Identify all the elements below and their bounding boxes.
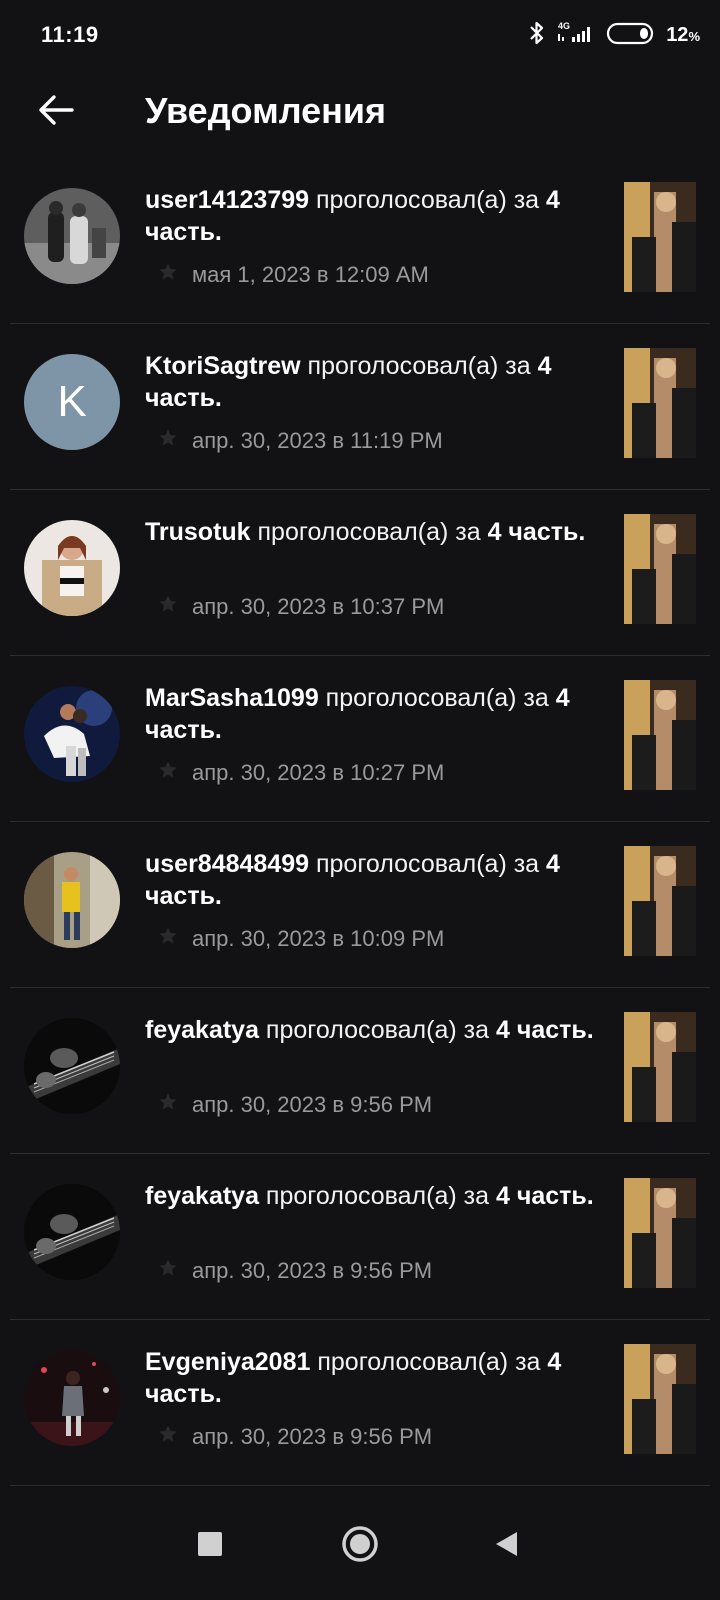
notification-action: проголосовал(а) за bbox=[318, 684, 556, 712]
circle-icon bbox=[341, 1525, 379, 1568]
story-thumbnail[interactable] bbox=[624, 1012, 696, 1122]
avatar[interactable] bbox=[24, 1184, 120, 1280]
star-icon bbox=[158, 594, 178, 620]
story-thumbnail[interactable] bbox=[624, 182, 696, 292]
notification-part-link[interactable]: 4 часть. bbox=[496, 1182, 594, 1210]
avatar-letter: K bbox=[24, 354, 120, 450]
avatar[interactable] bbox=[24, 1350, 120, 1446]
notification-part-link[interactable]: 4 часть. bbox=[496, 1016, 594, 1044]
avatar[interactable] bbox=[24, 188, 120, 284]
notification-meta: апр. 30, 2023 в 10:27 PM bbox=[158, 760, 444, 786]
star-icon bbox=[158, 428, 178, 454]
triangle-back-icon bbox=[493, 1530, 519, 1563]
notification-action: проголосовал(а) за bbox=[309, 186, 547, 214]
back-nav-button[interactable] bbox=[482, 1522, 530, 1570]
notification-text: Trusotuk проголосовал(а) за 4 часть. bbox=[145, 516, 597, 548]
status-bar: 11:19 4G 12% bbox=[0, 0, 720, 70]
story-thumbnail[interactable] bbox=[624, 1344, 696, 1454]
notification-action: проголосовал(а) за bbox=[309, 850, 547, 878]
home-button[interactable] bbox=[336, 1522, 384, 1570]
notification-action: проголосовал(а) за bbox=[310, 1348, 548, 1376]
notification-meta: мая 1, 2023 в 12:09 AM bbox=[158, 262, 429, 288]
star-icon bbox=[158, 1258, 178, 1284]
notification-text: Evgeniya2081 проголосовал(а) за 4 часть. bbox=[145, 1346, 597, 1410]
notification-text: feyakatya проголосовал(а) за 4 часть. bbox=[145, 1014, 597, 1046]
notification-username[interactable]: user14123799 bbox=[145, 186, 309, 214]
notification-username[interactable]: user84848499 bbox=[145, 850, 309, 878]
notification-text: MarSasha1099 проголосовал(а) за 4 часть. bbox=[145, 682, 597, 746]
square-icon bbox=[197, 1531, 223, 1562]
notification-time: апр. 30, 2023 в 9:56 PM bbox=[192, 1424, 433, 1449]
star-icon bbox=[158, 1424, 178, 1450]
notification-item[interactable]: feyakatya проголосовал(а) за 4 часть. ап… bbox=[0, 1154, 720, 1320]
notification-meta: апр. 30, 2023 в 10:37 PM bbox=[158, 594, 444, 620]
divider bbox=[10, 1485, 710, 1486]
page-title: Уведомления bbox=[145, 90, 386, 131]
notification-action: проголосовал(а) за bbox=[250, 518, 488, 546]
story-thumbnail[interactable] bbox=[624, 1178, 696, 1288]
bluetooth-icon bbox=[528, 20, 546, 51]
avatar[interactable]: K bbox=[24, 354, 120, 450]
notification-time: апр. 30, 2023 в 10:37 PM bbox=[192, 594, 445, 619]
notification-list: user14123799 проголосовал(а) за 4 часть.… bbox=[0, 158, 720, 1486]
notification-time: апр. 30, 2023 в 9:56 PM bbox=[192, 1092, 433, 1117]
story-thumbnail[interactable] bbox=[624, 514, 696, 624]
recents-button[interactable] bbox=[186, 1522, 234, 1570]
notification-text: KtoriSagtrew проголосовал(а) за 4 часть. bbox=[145, 350, 597, 414]
notification-username[interactable]: feyakatya bbox=[145, 1182, 259, 1210]
status-time: 11:19 bbox=[41, 22, 99, 47]
star-icon bbox=[158, 1092, 178, 1118]
notification-item[interactable]: Evgeniya2081 проголосовал(а) за 4 часть.… bbox=[0, 1320, 720, 1486]
battery-icon bbox=[606, 20, 656, 51]
status-icons: 4G 12% bbox=[528, 20, 700, 50]
notification-item[interactable]: Trusotuk проголосовал(а) за 4 часть. апр… bbox=[0, 490, 720, 656]
notification-action: проголосовал(а) за bbox=[258, 1016, 496, 1044]
avatar[interactable] bbox=[24, 686, 120, 782]
notification-text: user14123799 проголосовал(а) за 4 часть. bbox=[145, 184, 597, 248]
notification-time: апр. 30, 2023 в 11:19 PM bbox=[192, 428, 443, 453]
notification-part-link[interactable]: 4 часть. bbox=[488, 518, 586, 546]
app-header: Уведомления bbox=[0, 70, 720, 154]
notification-item[interactable]: MarSasha1099 проголосовал(а) за 4 часть.… bbox=[0, 656, 720, 822]
star-icon bbox=[158, 262, 178, 288]
notification-item[interactable]: K KtoriSagtrew проголосовал(а) за 4 част… bbox=[0, 324, 720, 490]
notification-username[interactable]: MarSasha1099 bbox=[145, 684, 319, 712]
notification-text: user84848499 проголосовал(а) за 4 часть. bbox=[145, 848, 597, 912]
notification-username[interactable]: Trusotuk bbox=[145, 518, 251, 546]
system-nav-bar bbox=[0, 1492, 720, 1600]
notification-text: feyakatya проголосовал(а) за 4 часть. bbox=[145, 1180, 597, 1212]
avatar[interactable] bbox=[24, 1018, 120, 1114]
story-thumbnail[interactable] bbox=[624, 680, 696, 790]
notification-meta: апр. 30, 2023 в 9:56 PM bbox=[158, 1092, 432, 1118]
notification-item[interactable]: feyakatya проголосовал(а) за 4 часть. ап… bbox=[0, 988, 720, 1154]
notification-time: апр. 30, 2023 в 10:09 PM bbox=[192, 926, 445, 951]
battery-percent: 12% bbox=[666, 23, 700, 46]
notification-meta: апр. 30, 2023 в 9:56 PM bbox=[158, 1424, 432, 1450]
notification-time: мая 1, 2023 в 12:09 AM bbox=[192, 262, 429, 287]
notification-username[interactable]: feyakatya bbox=[145, 1016, 259, 1044]
avatar[interactable] bbox=[24, 520, 120, 616]
notification-time: апр. 30, 2023 в 10:27 PM bbox=[192, 760, 445, 785]
notification-action: проголосовал(а) за bbox=[258, 1182, 496, 1210]
notification-meta: апр. 30, 2023 в 11:19 PM bbox=[158, 428, 443, 454]
signal-icon: 4G bbox=[556, 20, 596, 51]
story-thumbnail[interactable] bbox=[624, 348, 696, 458]
star-icon bbox=[158, 760, 178, 786]
notification-item[interactable]: user84848499 проголосовал(а) за 4 часть.… bbox=[0, 822, 720, 988]
avatar[interactable] bbox=[24, 852, 120, 948]
notification-username[interactable]: KtoriSagtrew bbox=[145, 352, 301, 380]
story-thumbnail[interactable] bbox=[624, 846, 696, 956]
star-icon bbox=[158, 926, 178, 952]
notification-item[interactable]: user14123799 проголосовал(а) за 4 часть.… bbox=[0, 158, 720, 324]
arrow-left-icon bbox=[38, 94, 74, 131]
notification-meta: апр. 30, 2023 в 9:56 PM bbox=[158, 1258, 432, 1284]
back-button[interactable] bbox=[30, 86, 82, 138]
notification-meta: апр. 30, 2023 в 10:09 PM bbox=[158, 926, 444, 952]
notification-action: проголосовал(а) за bbox=[300, 352, 538, 380]
notification-username[interactable]: Evgeniya2081 bbox=[145, 1348, 310, 1376]
network-type-label: 4G bbox=[558, 21, 570, 31]
notification-time: апр. 30, 2023 в 9:56 PM bbox=[192, 1258, 433, 1283]
